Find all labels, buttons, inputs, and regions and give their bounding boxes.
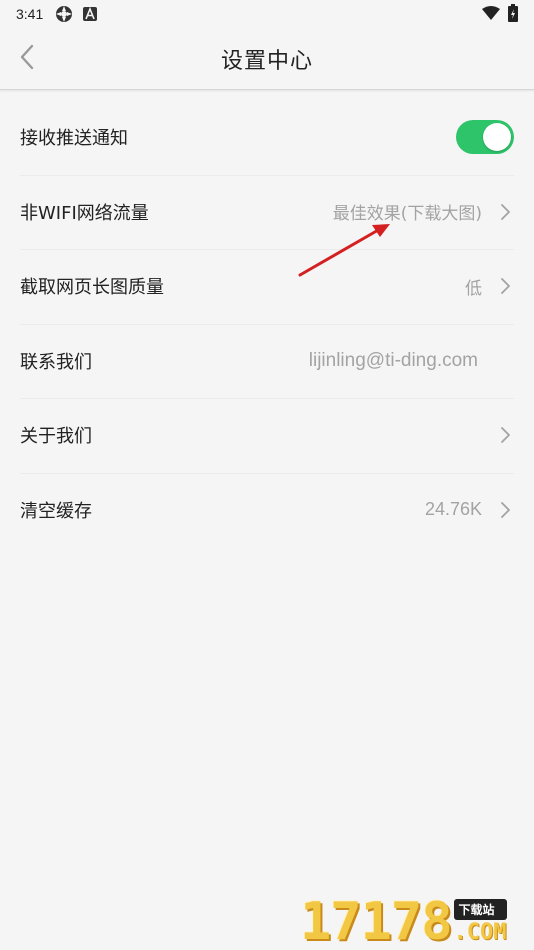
- contact-us-row[interactable]: 联系我们 lijinling@ti-ding.com: [0, 323, 534, 399]
- non-wifi-traffic-label: 非WIFI网络流量: [20, 202, 149, 224]
- clear-cache-label: 清空缓存: [20, 500, 92, 522]
- about-us-label: 关于我们: [20, 426, 92, 448]
- settings-list: 接收推送通知 非WIFI网络流量 最佳效果(下载大图) 截取网页长图质量 低 联…: [0, 100, 534, 547]
- watermark-tag: 下载站: [453, 899, 507, 920]
- clear-cache-row[interactable]: 清空缓存 24.76K: [0, 472, 534, 548]
- app-notification-icon: [55, 5, 73, 23]
- push-notification-row: 接收推送通知: [0, 100, 534, 175]
- watermark-side: 下载站 .COM: [453, 899, 507, 945]
- contact-email[interactable]: lijinling@ti-ding.com: [309, 350, 478, 372]
- page-title: 设置中心: [220, 49, 313, 74]
- chevron-right-icon: [496, 425, 514, 445]
- non-wifi-traffic-row[interactable]: 非WIFI网络流量 最佳效果(下载大图): [0, 174, 534, 250]
- screenshot-quality-label: 截取网页长图质量: [20, 277, 164, 299]
- battery-icon: [508, 3, 518, 25]
- about-us-row[interactable]: 关于我们: [0, 398, 534, 473]
- status-right-icons: [482, 3, 518, 25]
- a-notification-icon: [83, 7, 98, 21]
- annotation-arrow: [298, 224, 390, 277]
- toggle-knob: [483, 123, 511, 152]
- contact-us-label: 联系我们: [20, 351, 92, 373]
- app-header: 设置中心: [0, 28, 534, 90]
- screenshot-quality-value: 低: [465, 278, 482, 299]
- watermark-number: 17178: [300, 892, 453, 950]
- watermark-logo: 17178 下载站 .COM: [300, 890, 530, 948]
- watermark-suffix: .COM: [453, 920, 507, 945]
- chevron-right-icon: [496, 276, 514, 296]
- wifi-icon: [482, 5, 500, 23]
- chevron-right-icon: [496, 202, 514, 222]
- screenshot-quality-row[interactable]: 截取网页长图质量 低: [0, 249, 534, 324]
- cache-size-value: 24.76K: [424, 499, 482, 520]
- push-notification-label: 接收推送通知: [20, 128, 128, 150]
- chevron-right-icon: [496, 500, 514, 520]
- status-time: 3:41: [16, 6, 44, 22]
- push-notification-toggle[interactable]: [456, 120, 514, 155]
- status-bar: 3:41: [0, 0, 534, 28]
